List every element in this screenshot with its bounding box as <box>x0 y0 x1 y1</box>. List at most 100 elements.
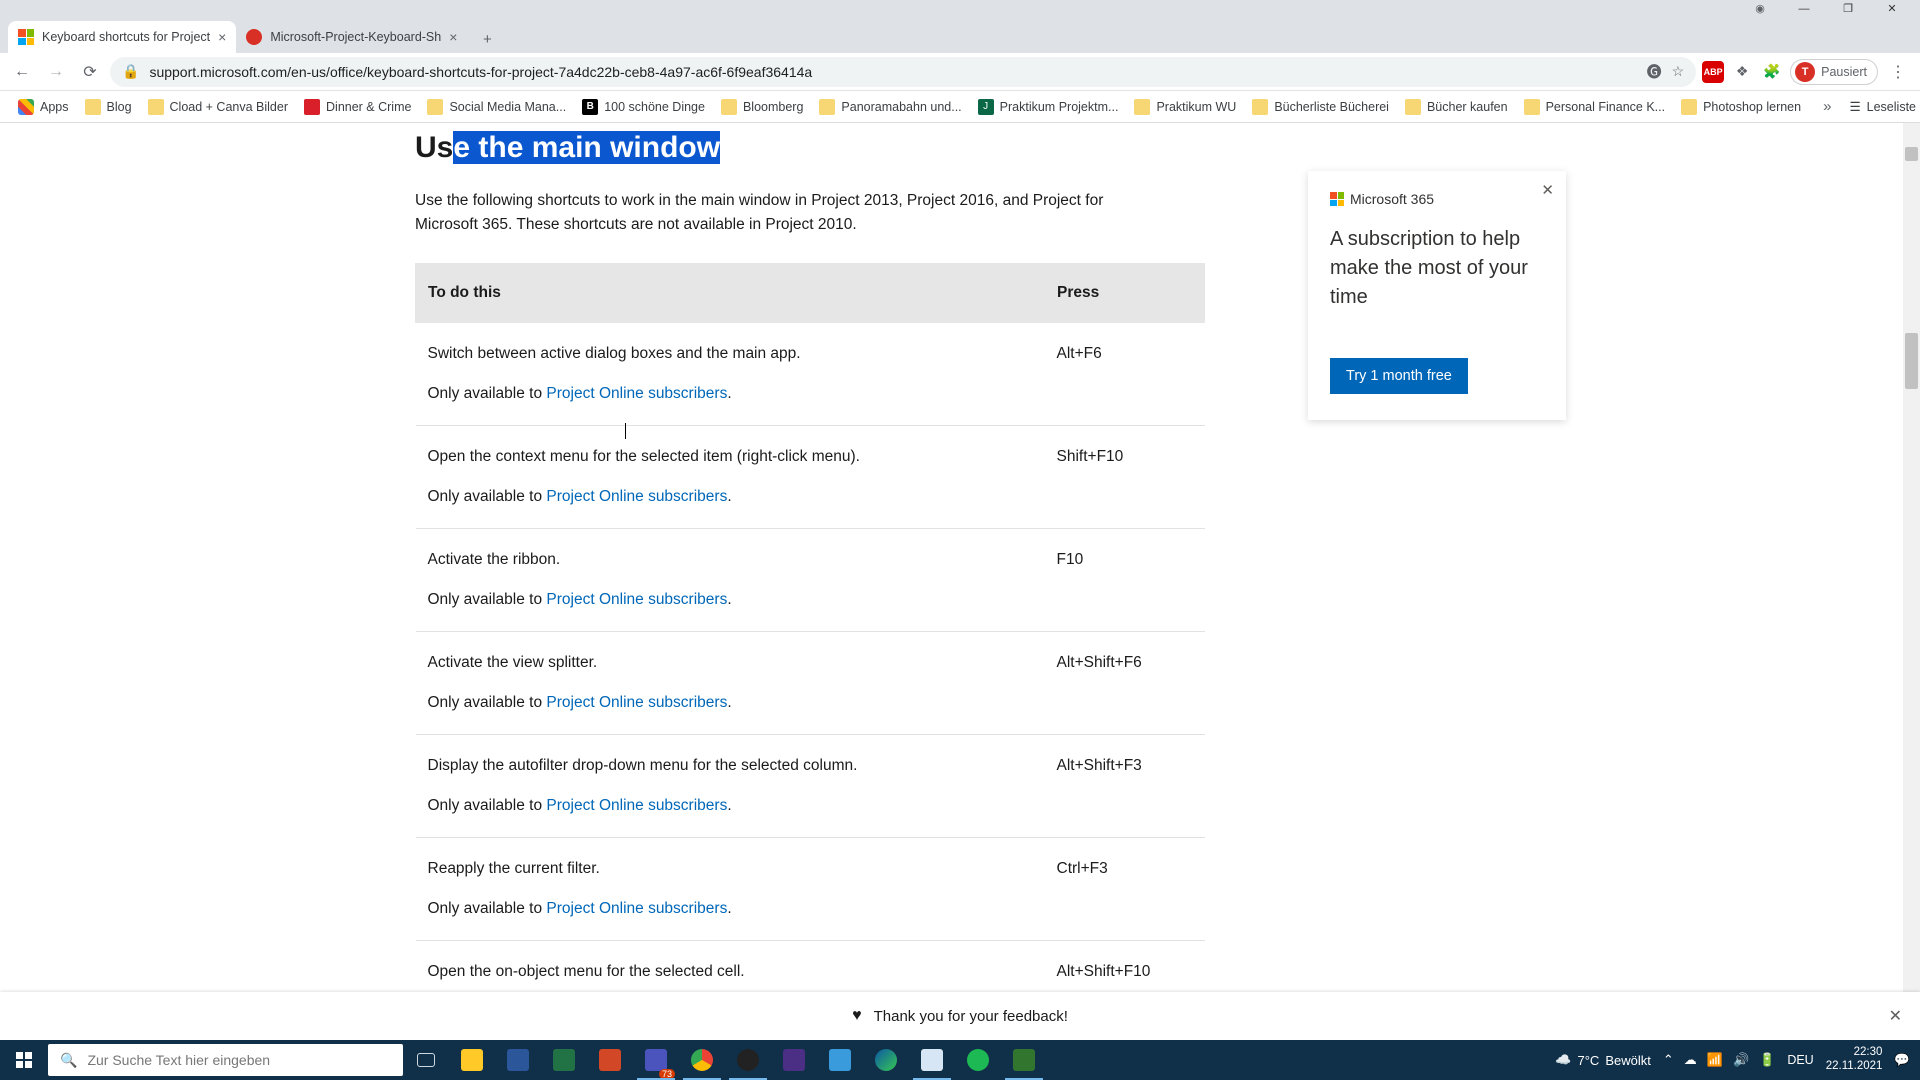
excel-icon[interactable] <box>541 1040 587 1080</box>
tab-active[interactable]: Keyboard shortcuts for Project × <box>8 21 236 53</box>
bookmark-item[interactable]: Dinner & Crime <box>298 95 417 119</box>
wifi-icon[interactable]: 📶 <box>1707 1052 1723 1068</box>
taskbar-search[interactable]: 🔍 Zur Suche Text hier eingeben <box>48 1044 403 1076</box>
tab-inactive[interactable]: Microsoft-Project-Keyboard-Sh × <box>236 21 467 53</box>
subscribers-link[interactable]: Project Online subscribers <box>546 900 727 917</box>
start-button[interactable] <box>0 1040 48 1080</box>
spotify-icon[interactable] <box>955 1040 1001 1080</box>
obs-icon[interactable] <box>725 1040 771 1080</box>
address-bar[interactable]: 🔒 support.microsoft.com/en-us/office/key… <box>110 57 1696 87</box>
menu-button[interactable]: ⋮ <box>1884 58 1912 86</box>
edge-icon[interactable] <box>863 1040 909 1080</box>
bookmark-item[interactable]: Blog <box>79 95 138 119</box>
bookmark-item[interactable]: Bloomberg <box>715 95 809 119</box>
adblock-icon[interactable]: ABP <box>1702 61 1724 83</box>
bookmark-label: Bücher kaufen <box>1427 100 1508 114</box>
weather-widget[interactable]: ☁️ 7°C Bewölkt <box>1555 1052 1651 1068</box>
bookmarks-overflow-button[interactable]: » <box>1815 98 1839 115</box>
bookmark-item[interactable]: B100 schöne Dinge <box>576 95 711 119</box>
onedrive-icon[interactable]: ☁ <box>1684 1052 1697 1068</box>
taskbar-apps: 73 <box>403 1040 1047 1080</box>
extensions-menu-icon[interactable]: 🧩 <box>1760 60 1784 84</box>
favicon: B <box>582 99 598 115</box>
close-icon[interactable]: ✕ <box>1541 181 1554 199</box>
close-icon[interactable]: ✕ <box>1889 1006 1902 1026</box>
app-icon[interactable] <box>817 1040 863 1080</box>
try-free-button[interactable]: Try 1 month free <box>1330 358 1468 394</box>
task-view-icon[interactable] <box>403 1040 449 1080</box>
back-button[interactable]: ← <box>8 58 36 86</box>
action-text: Open the context menu for the selected i… <box>428 448 1033 466</box>
weather-desc: Bewölkt <box>1605 1053 1651 1068</box>
bookmark-item[interactable]: JPraktikum Projektm... <box>972 95 1125 119</box>
user-switcher-icon[interactable]: ◉ <box>1738 0 1782 17</box>
subscribers-link[interactable]: Project Online subscribers <box>546 797 727 814</box>
action-text: Switch between active dialog boxes and t… <box>428 345 1033 363</box>
close-tab-icon[interactable]: × <box>218 29 226 45</box>
battery-icon[interactable]: 🔋 <box>1759 1052 1775 1068</box>
bookmark-star-icon[interactable]: ☆ <box>1672 63 1685 80</box>
bookmark-label: Praktikum Projektm... <box>1000 100 1119 114</box>
reading-list-button[interactable]: ☰Leseliste <box>1843 95 1920 118</box>
bookmark-item[interactable]: Social Media Mana... <box>421 95 572 119</box>
lock-icon: 🔒 <box>122 63 139 80</box>
heart-icon: ♥ <box>852 1007 862 1025</box>
profile-status: Pausiert <box>1821 65 1867 79</box>
app-icon[interactable] <box>771 1040 817 1080</box>
profile-chip[interactable]: T Pausiert <box>1790 59 1878 85</box>
project-icon[interactable] <box>1001 1040 1047 1080</box>
col-action-header: To do this <box>416 264 1045 323</box>
close-tab-icon[interactable]: × <box>449 29 457 45</box>
action-text: Display the autofilter drop-down menu fo… <box>428 757 1033 775</box>
taskbar: 🔍 Zur Suche Text hier eingeben 73 ☁️ 7°C… <box>0 1040 1920 1080</box>
chevron-up-icon[interactable]: ⌃ <box>1663 1052 1674 1068</box>
maximize-button[interactable]: ❐ <box>1826 0 1870 17</box>
notepad-icon[interactable] <box>909 1040 955 1080</box>
teams-icon[interactable]: 73 <box>633 1040 679 1080</box>
action-cell: Switch between active dialog boxes and t… <box>416 323 1045 426</box>
folder-icon <box>721 99 737 115</box>
powerpoint-icon[interactable] <box>587 1040 633 1080</box>
word-icon[interactable] <box>495 1040 541 1080</box>
bookmark-item[interactable]: Praktikum WU <box>1128 95 1242 119</box>
tab-title: Keyboard shortcuts for Project <box>42 30 210 44</box>
subscribers-link[interactable]: Project Online subscribers <box>546 694 727 711</box>
new-tab-button[interactable]: + <box>473 25 501 53</box>
volume-icon[interactable]: 🔊 <box>1733 1052 1749 1068</box>
shortcuts-table: To do this Press Switch between active d… <box>415 263 1205 1040</box>
folder-icon <box>427 99 443 115</box>
folder-icon <box>1252 99 1268 115</box>
extension-icon[interactable]: ❖ <box>1730 60 1754 84</box>
bookmark-item[interactable]: Bücherliste Bücherei <box>1246 95 1395 119</box>
subscribers-link[interactable]: Project Online subscribers <box>546 488 727 505</box>
press-cell: Alt+Shift+F3 <box>1045 735 1205 838</box>
vertical-scrollbar[interactable] <box>1903 123 1920 1040</box>
close-window-button[interactable]: ✕ <box>1870 0 1914 17</box>
bookmark-item[interactable]: Panoramabahn und... <box>813 95 967 119</box>
bookmark-apps[interactable]: Apps <box>12 95 75 119</box>
tray-icons[interactable]: ⌃ ☁ 📶 🔊 🔋 <box>1663 1052 1775 1068</box>
cloud-icon: ☁️ <box>1555 1052 1571 1068</box>
url-text: support.microsoft.com/en-us/office/keybo… <box>149 64 1636 80</box>
notifications-icon[interactable]: 💬 <box>1894 1053 1910 1068</box>
bookmark-item[interactable]: Personal Finance K... <box>1518 95 1672 119</box>
translate-icon[interactable]: 🅖 <box>1647 61 1662 82</box>
table-row: Open the context menu for the selected i… <box>416 426 1205 529</box>
section-heading: Use the main window <box>415 131 1205 165</box>
bookmark-item[interactable]: Photoshop lernen <box>1675 95 1807 119</box>
bookmark-item[interactable]: Bücher kaufen <box>1399 95 1514 119</box>
list-icon: ☰ <box>1849 99 1860 114</box>
promo-logo: Microsoft 365 <box>1330 191 1544 207</box>
subscribers-link[interactable]: Project Online subscribers <box>546 385 727 402</box>
folder-icon <box>148 99 164 115</box>
bookmark-item[interactable]: Cload + Canva Bilder <box>142 95 294 119</box>
forward-button[interactable]: → <box>42 58 70 86</box>
subscribers-link[interactable]: Project Online subscribers <box>546 591 727 608</box>
press-cell: Alt+F6 <box>1045 323 1205 426</box>
minimize-button[interactable]: ― <box>1782 0 1826 17</box>
reload-button[interactable]: ⟳ <box>76 58 104 86</box>
clock[interactable]: 22:30 22.11.2021 <box>1826 1046 1883 1074</box>
input-language[interactable]: DEU <box>1787 1053 1813 1067</box>
explorer-icon[interactable] <box>449 1040 495 1080</box>
chrome-icon[interactable] <box>679 1040 725 1080</box>
